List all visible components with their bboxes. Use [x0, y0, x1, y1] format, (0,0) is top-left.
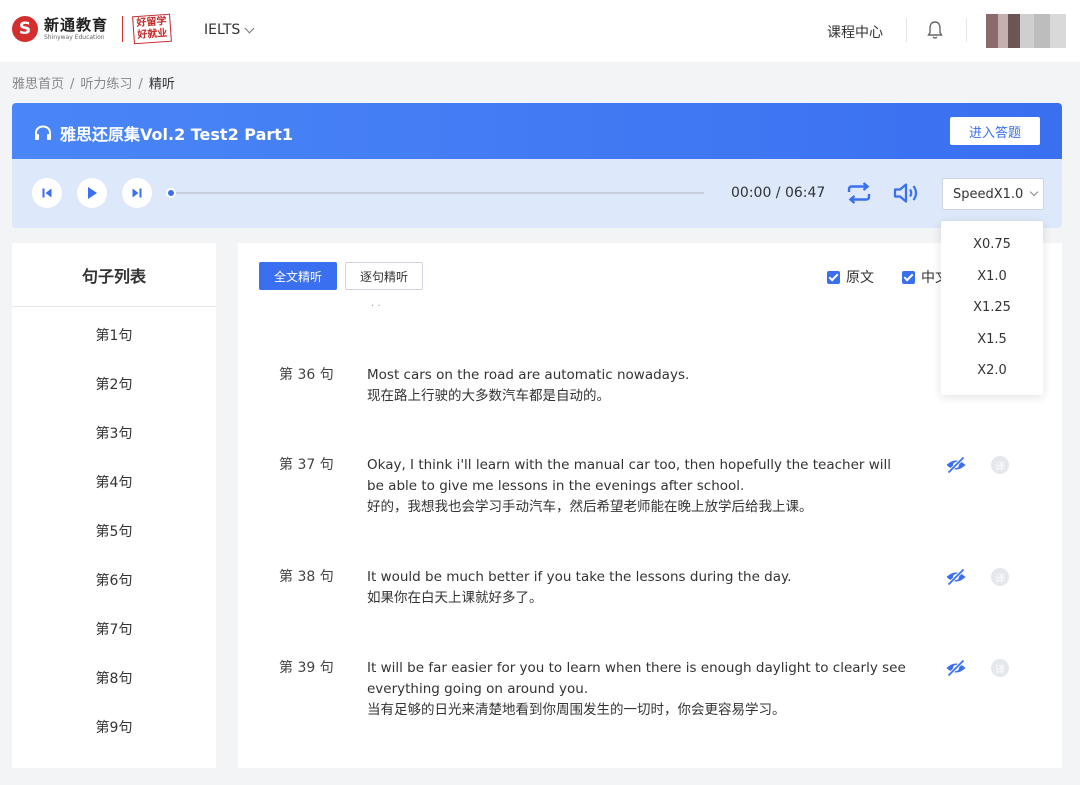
sentence-list-title: 句子列表	[12, 243, 216, 307]
checkbox-checked-icon	[902, 270, 915, 284]
translate-icon[interactable]: 译	[991, 568, 1009, 586]
hide-text-icon[interactable]	[945, 456, 967, 474]
logo-divider	[122, 16, 124, 42]
logo-name: 新通教育	[44, 15, 109, 34]
sentence-chinese: 好的，我想我也会学习手动汽车，然后希望老师能在晚上放学后给我上课。	[367, 499, 813, 515]
progress-handle[interactable]	[166, 188, 176, 198]
play-icon	[88, 187, 97, 199]
previous-button[interactable]	[32, 178, 62, 208]
chevron-down-icon	[1030, 187, 1039, 197]
sidebar-item-sentence[interactable]: 第6句	[12, 555, 216, 604]
sentence-english: Most cars on the road are automatic nowa…	[367, 367, 690, 383]
loop-icon[interactable]	[846, 181, 872, 205]
sentence-chinese: 当有足够的日光来清楚地看到你周围发生的一切时，你会更容易学习。	[367, 702, 786, 718]
audio-player: 00:00 / 06:47 SpeedX1.0	[12, 159, 1062, 228]
translate-icon[interactable]: 译	[991, 659, 1009, 677]
sentence-english: It would be much better if you take the …	[367, 569, 792, 585]
volume-icon[interactable]	[893, 181, 921, 205]
bell-icon[interactable]	[926, 20, 944, 40]
sidebar-item-sentence[interactable]: 第3句	[12, 408, 216, 457]
chevron-down-icon	[244, 23, 255, 33]
speed-option[interactable]: X1.0	[941, 261, 1043, 293]
breadcrumb-section[interactable]: 听力练习	[80, 77, 132, 92]
scrolled-text-remnant: . .	[371, 298, 381, 309]
sidebar-item-sentence[interactable]: 第4句	[12, 457, 216, 506]
sentence-number: 第 38 句	[279, 569, 334, 585]
skip-back-icon	[42, 188, 52, 198]
progress-bar[interactable]	[168, 192, 704, 194]
speed-dropdown-menu: X0.75 X1.0 X1.25 X1.5 X2.0	[941, 221, 1043, 395]
logo-subtitle: Shinyway Education	[44, 33, 105, 41]
breadcrumb-current: 精听	[148, 77, 175, 92]
sidebar-item-sentence[interactable]: 第2句	[12, 359, 216, 408]
enter-answer-button[interactable]: 进入答题	[950, 117, 1040, 145]
play-button[interactable]	[77, 178, 107, 208]
speed-option[interactable]: X0.75	[941, 229, 1043, 261]
sidebar-item-sentence[interactable]: 第5句	[12, 506, 216, 555]
sentence-english: It will be far easier for you to learn w…	[367, 660, 906, 697]
hide-text-icon[interactable]	[945, 568, 967, 586]
next-button[interactable]	[122, 178, 152, 208]
course-selector[interactable]: IELTS	[204, 22, 255, 38]
checkbox-checked-icon	[827, 270, 840, 284]
time-display: 00:00 / 06:47	[731, 185, 826, 201]
breadcrumb: 雅思首页 / 听力练习 / 精听	[12, 77, 175, 92]
sidebar-item-sentence[interactable]: 第1句	[12, 310, 216, 359]
speed-option[interactable]: X1.25	[941, 292, 1043, 324]
show-original-checkbox[interactable]: 原文	[827, 267, 874, 287]
sentence-chinese: 现在路上行驶的大多数汽车都是自动的。	[367, 388, 610, 404]
nav-divider	[966, 18, 967, 42]
sentence-number: 第 36 句	[279, 367, 334, 383]
nav-divider	[906, 18, 907, 42]
sentence-chinese: 如果你在白天上课就好多了。	[367, 590, 543, 606]
course-center-link[interactable]: 课程中心	[827, 22, 883, 42]
speed-select[interactable]: SpeedX1.0	[942, 178, 1044, 210]
sidebar-item-sentence[interactable]: 第8句	[12, 653, 216, 702]
avatar[interactable]	[986, 14, 1066, 48]
breadcrumb-home[interactable]: 雅思首页	[12, 77, 64, 92]
slogan-badge: 好留学 好就业	[132, 13, 172, 45]
translate-icon[interactable]: 译	[991, 456, 1009, 474]
logo[interactable]: S 新通教育 Shinyway Education 好留学 好就业	[12, 13, 172, 45]
speed-option[interactable]: X2.0	[941, 355, 1043, 387]
sentence-english: Okay, I think i'll learn with the manual…	[367, 457, 892, 494]
logo-mark: S	[12, 16, 38, 42]
lesson-title: 雅思还原集Vol.2 Test2 Part1	[60, 125, 294, 144]
transcript-panel: 全文精听 逐句精听 原文 中文 . . 第 36 句 Most cars on …	[238, 243, 1062, 768]
speed-label: SpeedX1.0	[953, 186, 1024, 202]
course-label: IELTS	[204, 22, 241, 38]
hide-text-icon[interactable]	[945, 659, 967, 677]
tab-sentence-by-sentence[interactable]: 逐句精听	[345, 262, 423, 290]
sidebar-item-sentence[interactable]: 第9句	[12, 702, 216, 751]
sentence-number: 第 39 句	[279, 660, 334, 676]
lesson-header: 雅思还原集Vol.2 Test2 Part1 进入答题	[12, 103, 1062, 159]
top-nav: S 新通教育 Shinyway Education 好留学 好就业 IELTS …	[0, 0, 1080, 62]
headphones-icon	[35, 125, 51, 140]
sidebar-item-sentence[interactable]: 第7句	[12, 604, 216, 653]
skip-forward-icon	[132, 188, 142, 198]
sentence-number: 第 37 句	[279, 457, 334, 473]
sentence-list-panel: 句子列表 第1句 第2句 第3句 第4句 第5句 第6句 第7句 第8句 第9句	[12, 243, 216, 768]
tab-full-text[interactable]: 全文精听	[259, 262, 337, 290]
speed-option[interactable]: X1.5	[941, 324, 1043, 356]
